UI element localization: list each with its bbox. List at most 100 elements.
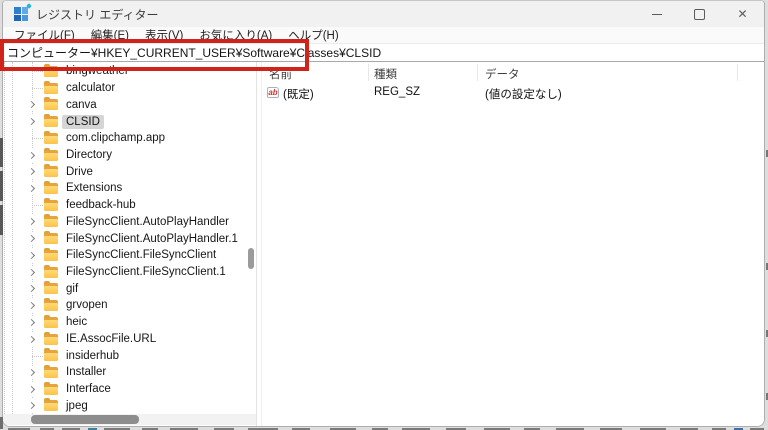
tree-item[interactable]: Installer xyxy=(3,364,244,381)
tree-item-label: IE.AssocFile.URL xyxy=(62,332,160,346)
tree-item[interactable]: gif xyxy=(3,280,244,297)
tree-item[interactable]: feedback-hub xyxy=(3,197,244,214)
chevron-right-icon[interactable] xyxy=(27,333,38,346)
folder-icon xyxy=(44,367,58,378)
folder-icon xyxy=(44,116,58,127)
column-separator[interactable] xyxy=(368,64,369,81)
chevron-right-icon[interactable] xyxy=(27,215,38,228)
tree-item-label: FileSyncClient.AutoPlayHandler xyxy=(62,215,233,229)
chevron-right-icon[interactable] xyxy=(27,165,38,178)
registry-tree-pane: bingweather calculator canva xyxy=(3,62,256,426)
tree-item-label: canva xyxy=(62,98,101,112)
chevron-right-icon[interactable] xyxy=(27,149,38,162)
value-row[interactable]: ab (既定) REG_SZ (値の設定なし) xyxy=(262,85,764,102)
tree-item-label: Interface xyxy=(62,382,115,396)
column-separator[interactable] xyxy=(477,64,478,81)
chevron-right-icon[interactable] xyxy=(27,266,38,279)
tree-connector-line xyxy=(32,71,43,72)
tree-item-label: Installer xyxy=(62,365,110,379)
tree-horizontal-scrollbar[interactable] xyxy=(3,414,256,425)
folder-icon xyxy=(44,267,58,278)
folder-icon xyxy=(44,150,58,161)
tree-connector-line xyxy=(32,138,43,139)
tree-connector-line xyxy=(32,356,43,357)
tree-item[interactable]: heic xyxy=(3,314,244,331)
tree-item-label: heic xyxy=(62,315,91,329)
column-header-type[interactable]: 種類 xyxy=(374,66,397,82)
folder-icon xyxy=(44,99,58,110)
window-title: レジストリ エディター xyxy=(36,6,159,23)
folder-icon xyxy=(44,350,58,361)
folder-icon xyxy=(44,133,58,144)
chevron-right-icon[interactable] xyxy=(27,399,38,412)
folder-icon xyxy=(44,317,58,328)
chevron-right-icon[interactable] xyxy=(27,115,38,128)
tree-item-label: calculator xyxy=(62,81,119,95)
tree-item[interactable]: IE.AssocFile.URL xyxy=(3,331,244,348)
tree-item-label: FileSyncClient.AutoPlayHandler.1 xyxy=(62,232,242,246)
tree-item[interactable]: FileSyncClient.FileSyncClient.1 xyxy=(3,264,244,281)
value-data: (値の設定なし) xyxy=(485,86,562,102)
folder-icon xyxy=(44,334,58,345)
title-bar[interactable]: レジストリ エディター ✕ xyxy=(3,1,764,27)
background-artifact xyxy=(0,205,3,235)
close-button[interactable]: ✕ xyxy=(721,1,764,27)
chevron-right-icon[interactable] xyxy=(27,316,38,329)
chevron-right-icon[interactable] xyxy=(27,249,38,262)
folder-icon xyxy=(44,250,58,261)
folder-icon xyxy=(44,216,58,227)
tree-item[interactable]: com.clipchamp.app xyxy=(3,130,244,147)
tree-item[interactable]: Drive xyxy=(3,163,244,180)
tree-item[interactable]: FileSyncClient.FileSyncClient xyxy=(3,247,244,264)
tree-item-label: grvopen xyxy=(62,298,112,312)
chevron-right-icon[interactable] xyxy=(27,366,38,379)
tree-item[interactable]: Directory xyxy=(3,147,244,164)
chevron-right-icon[interactable] xyxy=(27,282,38,295)
tree-item[interactable]: grvopen xyxy=(3,297,244,314)
scrollbar-thumb[interactable] xyxy=(31,415,139,424)
tree-item[interactable]: insiderhub xyxy=(3,347,244,364)
tree-item-label: gif xyxy=(62,282,82,296)
column-header-data[interactable]: データ xyxy=(485,66,520,82)
tree-item[interactable]: calculator xyxy=(3,80,244,97)
chevron-right-icon[interactable] xyxy=(27,299,38,312)
tree-vertical-scrollbar-thumb[interactable] xyxy=(248,248,254,269)
value-type: REG_SZ xyxy=(374,86,420,98)
maximize-icon xyxy=(694,9,705,20)
tree-items: bingweather calculator canva xyxy=(3,63,244,414)
tree-item-label: insiderhub xyxy=(62,349,123,363)
tree-item-label: FileSyncClient.FileSyncClient.1 xyxy=(62,265,230,279)
tree-item-label: feedback-hub xyxy=(62,198,140,212)
chevron-right-icon[interactable] xyxy=(27,232,38,245)
chevron-right-icon[interactable] xyxy=(27,182,38,195)
minimize-button[interactable] xyxy=(635,1,678,27)
main-content: bingweather calculator canva xyxy=(3,62,764,426)
minimize-icon xyxy=(652,14,662,15)
folder-icon xyxy=(44,283,58,294)
column-separator[interactable] xyxy=(737,64,738,81)
folder-icon xyxy=(44,83,58,94)
folder-icon xyxy=(44,384,58,395)
tree-item[interactable]: FileSyncClient.AutoPlayHandler.1 xyxy=(3,230,244,247)
tree-item[interactable]: FileSyncClient.AutoPlayHandler xyxy=(3,213,244,230)
chevron-right-icon[interactable] xyxy=(27,98,38,111)
annotation-red-box xyxy=(0,39,309,71)
chevron-right-icon[interactable] xyxy=(27,383,38,396)
tree-item[interactable]: canva xyxy=(3,96,244,113)
string-value-icon: ab xyxy=(267,87,279,98)
tree-item-label: CLSID xyxy=(62,115,104,129)
folder-icon xyxy=(44,300,58,311)
tree-item[interactable]: Extensions xyxy=(3,180,244,197)
folder-icon xyxy=(44,400,58,411)
tree-item[interactable]: CLSID xyxy=(3,113,244,130)
background-artifact xyxy=(0,171,3,201)
tree-item-label: com.clipchamp.app xyxy=(62,131,169,145)
tree-item-label: Extensions xyxy=(62,181,126,195)
value-name: (既定) xyxy=(283,86,314,102)
folder-icon xyxy=(44,166,58,177)
maximize-button[interactable] xyxy=(678,1,721,27)
tree-item[interactable]: Interface xyxy=(3,381,244,398)
values-pane: 名前 種類 データ ab (既定) REG_SZ (値の設定なし) xyxy=(262,62,764,426)
tree-item[interactable]: jpeg xyxy=(3,397,244,414)
background-artifact xyxy=(0,138,3,167)
